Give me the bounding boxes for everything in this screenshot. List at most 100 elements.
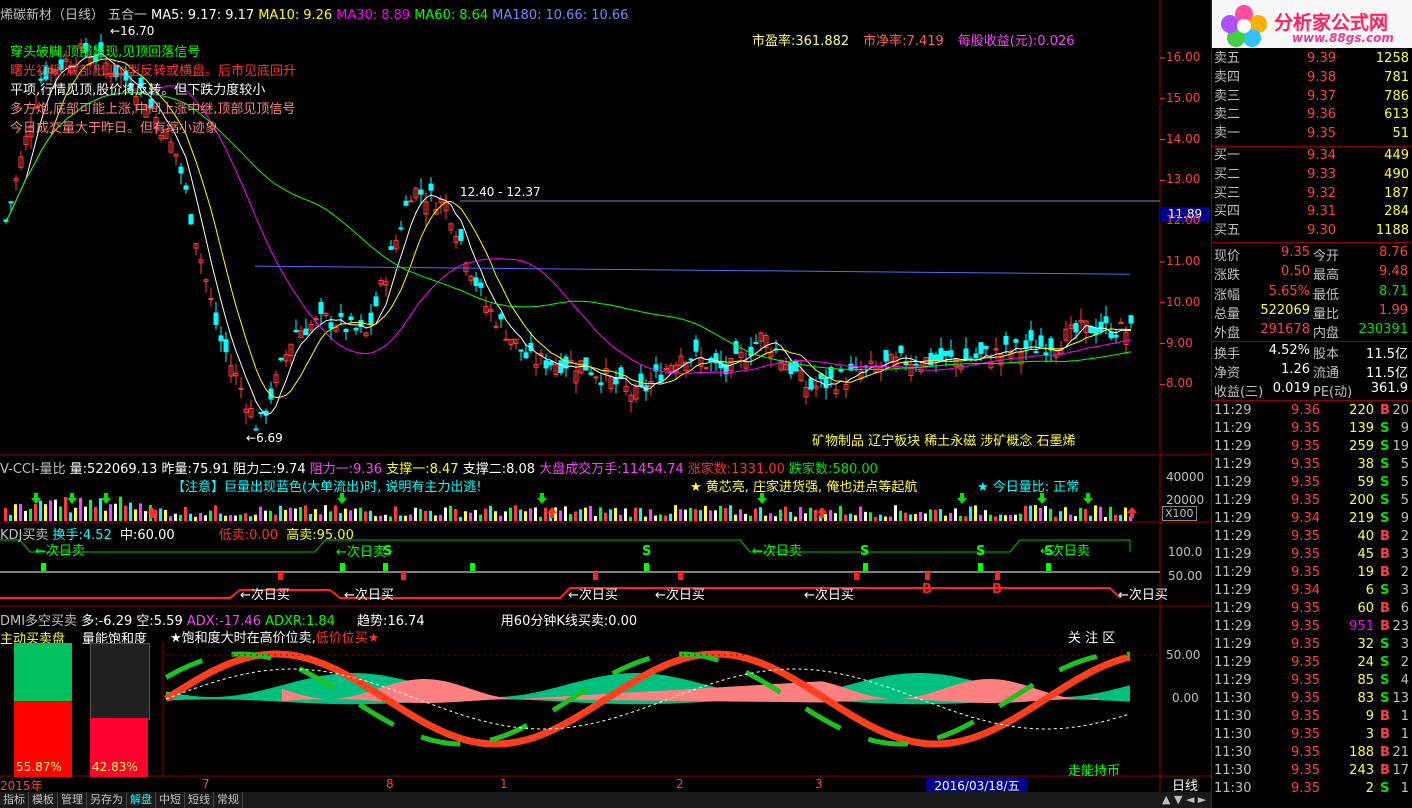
- volume-bar: [1059, 511, 1062, 521]
- bottom-tab[interactable]: 模板: [29, 792, 58, 808]
- bottom-tab[interactable]: 常规: [214, 792, 243, 808]
- tick-row: 11:29 9.35 139 S 9: [1214, 420, 1409, 438]
- saturation-tip-low: 低价位买★: [315, 631, 380, 646]
- volume-bar: [764, 515, 767, 521]
- kdj-sell-marker: [383, 563, 388, 571]
- volume-bar: [59, 506, 62, 521]
- volume-bar: [184, 506, 187, 521]
- tick-count: 3: [1400, 547, 1409, 562]
- tick-side: S: [1380, 637, 1390, 652]
- volume-bar: [899, 510, 902, 521]
- quote-label: 今开: [1313, 249, 1340, 264]
- tick-side: B: [1380, 529, 1390, 544]
- volume-bar: [789, 511, 792, 521]
- bottom-tab[interactable]: 解盘: [127, 792, 156, 808]
- volume-bar: [234, 515, 237, 521]
- orderbook-divider: [1212, 242, 1411, 243]
- volume-notice-text: 【注意】巨量出现蓝色(大单流出)时, 说明有主力出逃!: [172, 480, 482, 495]
- volume-bar: [1109, 506, 1112, 521]
- tick-side: B: [1380, 763, 1390, 778]
- volume-bar: [814, 509, 817, 521]
- volume-bar: [399, 515, 402, 521]
- pb-label: 市净率:: [863, 34, 907, 49]
- volume-bar: [289, 507, 292, 521]
- kdj-buy-marker: [401, 572, 406, 580]
- volume-bar: [959, 516, 962, 521]
- volume-bar: [244, 513, 247, 521]
- bottom-tab[interactable]: 短线: [185, 792, 214, 808]
- kdj-sell-marker: [644, 563, 649, 571]
- tick-count: 21: [1392, 745, 1409, 760]
- volume-bar: [564, 506, 567, 521]
- tick-volume: 3: [1365, 727, 1374, 742]
- volume-bar: [884, 516, 887, 521]
- kdj-sell-label: ←次日卖: [336, 545, 386, 560]
- volume-bar: [319, 514, 322, 521]
- volume-bar: [1119, 514, 1122, 521]
- tick-time: 11:29: [1214, 547, 1252, 562]
- candle-body: [178, 166, 184, 174]
- orderbook-label: 卖三: [1214, 88, 1241, 104]
- volume-bar: [689, 508, 692, 521]
- candle-body: [978, 342, 984, 354]
- quote-label: 内盘: [1313, 326, 1340, 342]
- prev-volume-label: 昨量:: [161, 462, 192, 477]
- candle-body: [253, 428, 259, 431]
- kdj-sell-marker: [41, 563, 46, 571]
- volume-bar: [394, 506, 397, 521]
- bottom-tab[interactable]: 中短: [156, 792, 185, 808]
- kdj-s-mark: S: [1044, 544, 1054, 559]
- volume-bar: [949, 512, 952, 521]
- tick-side: B: [1380, 727, 1390, 742]
- candle-body: [898, 345, 904, 353]
- candle-body: [498, 313, 504, 320]
- bottom-tab[interactable]: 管理: [58, 792, 87, 808]
- candle-body: [328, 322, 334, 329]
- volume-bar: [1094, 505, 1097, 521]
- tick-row: 11:29 9.35 38 S 5: [1214, 456, 1409, 474]
- volume-axis-40000: 40000: [1166, 470, 1205, 484]
- volume-bar: [314, 509, 317, 521]
- volume-bar: [169, 516, 172, 521]
- tick-count: 1: [1400, 709, 1409, 724]
- volume-bar: [249, 516, 252, 521]
- candle-body: [293, 329, 299, 333]
- tick-volume: 85: [1357, 673, 1374, 688]
- tick-count: 9: [1400, 421, 1409, 436]
- candle-body: [388, 246, 394, 250]
- volume-bar: [64, 497, 67, 521]
- pattern-note: 多方炮,底部可能上涨,中间上涨中继,顶部见顶信号: [10, 102, 296, 117]
- scroll-arrows[interactable]: ▲ ▼ ◄ ►: [1162, 793, 1206, 806]
- volume-bar: [584, 507, 587, 521]
- tick-volume: 40: [1357, 529, 1374, 544]
- candle-body: [963, 348, 969, 360]
- dmi-long-value: -6.29: [98, 614, 133, 629]
- ask-row: 卖一 9.35 51: [1214, 125, 1409, 143]
- volume-bar: [969, 506, 972, 521]
- candle-body: [688, 358, 694, 361]
- volume-bar: [79, 497, 82, 521]
- volume-bar: [284, 509, 287, 521]
- orderbook-label: 买三: [1214, 185, 1241, 201]
- bottom-tab[interactable]: 另存为: [87, 792, 127, 808]
- candle-body: [318, 301, 324, 314]
- kdj-buy-label: ←次日买: [804, 588, 854, 603]
- tick-time: 11:30: [1214, 781, 1252, 796]
- orderbook-label: 买一: [1214, 148, 1241, 163]
- quote-label: 现价: [1214, 249, 1241, 264]
- bottom-tab[interactable]: 指标: [0, 792, 29, 808]
- candle-body: [523, 352, 529, 359]
- ma30-label: MA30:: [336, 8, 378, 23]
- dmi-indicator-name: DMI多空买卖: [0, 614, 78, 629]
- volume-bar: [1004, 515, 1007, 521]
- volume-bar: [9, 514, 12, 521]
- volume-bar: [579, 509, 582, 521]
- volume-bar: [359, 507, 362, 521]
- volume-bar: [559, 510, 562, 521]
- quote-value: 11.5亿: [1366, 347, 1408, 362]
- kdj-turnover-value: 4.52: [82, 528, 112, 543]
- tick-count: 19: [1392, 439, 1409, 454]
- candle-body: [478, 282, 484, 288]
- pe-label: 市盈率:: [752, 34, 796, 49]
- saturation-tip: ★饱和度大时在高价位卖,低价位买★: [170, 627, 379, 646]
